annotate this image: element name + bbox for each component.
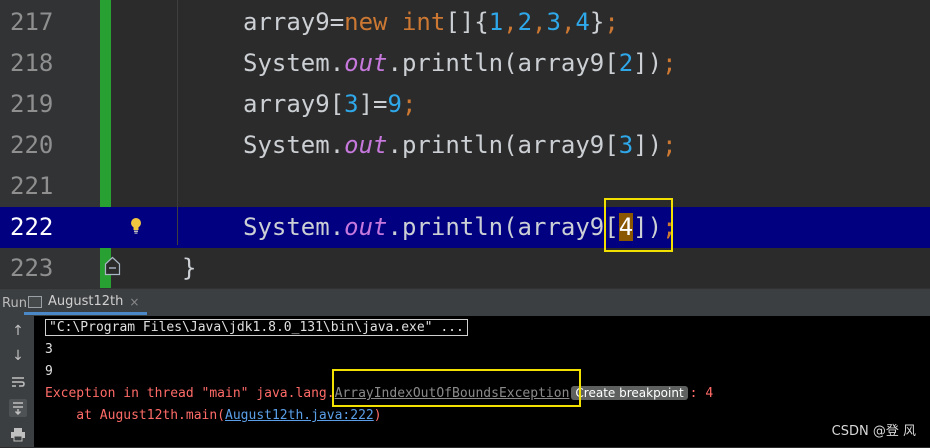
scroll-to-end-icon[interactable] bbox=[9, 399, 27, 417]
java-command[interactable]: "C:\Program Files\Java\jdk1.8.0_131\bin\… bbox=[45, 319, 468, 336]
source-location-link[interactable]: August12th.java:222 bbox=[225, 408, 374, 423]
scroll-down-icon[interactable]: ↓ bbox=[9, 347, 27, 365]
code-line[interactable]: 220 System.out.println(array9[3]); bbox=[0, 125, 930, 166]
code-line[interactable]: 219 array9[3]=9; bbox=[0, 84, 930, 125]
console-output-line: 9 bbox=[45, 364, 53, 379]
code-line[interactable]: 218 System.out.println(array9[2]); bbox=[0, 43, 930, 84]
line-number: 217 bbox=[10, 8, 54, 36]
line-number: 222 bbox=[10, 213, 54, 241]
close-tab-icon[interactable]: × bbox=[129, 295, 139, 309]
code-editor[interactable]: 217 array9=new int[]{1,2,3,4}; 218 Syste… bbox=[0, 0, 930, 288]
line-number: 221 bbox=[10, 172, 54, 200]
annotation-box bbox=[604, 198, 673, 252]
code-text: array9[3]=9; bbox=[243, 90, 417, 118]
code-text: System.out.println(array9[3]); bbox=[243, 131, 677, 159]
lightbulb-icon[interactable] bbox=[129, 214, 143, 238]
line-number: 219 bbox=[10, 90, 54, 118]
tab-label: August12th bbox=[48, 294, 124, 309]
run-config-icon bbox=[28, 295, 42, 308]
code-line[interactable]: 221 bbox=[0, 166, 930, 207]
code-line[interactable]: 223 } bbox=[0, 248, 930, 288]
console-toolbar: ↑ ↓ bbox=[0, 316, 34, 447]
tab-august12th[interactable]: August12th × bbox=[24, 291, 148, 315]
console-command-line[interactable]: "C:\Program Files\Java\jdk1.8.0_131\bin\… bbox=[45, 319, 468, 337]
code-text: } bbox=[182, 254, 197, 282]
code-text: System.out.println(array9[2]); bbox=[243, 49, 677, 77]
line-number: 218 bbox=[10, 49, 54, 77]
stack-trace-line: at August12th.main(August12th.java:222) bbox=[45, 408, 382, 423]
code-line[interactable]: 217 array9=new int[]{1,2,3,4}; bbox=[0, 2, 930, 43]
run-tool-window-header: Run: August12th × bbox=[0, 288, 930, 317]
create-breakpoint-button[interactable]: Create breakpoint bbox=[571, 386, 688, 400]
console-output-line: 3 bbox=[45, 342, 53, 357]
code-line-current[interactable]: 222 System.out.println(array9[4]); bbox=[0, 207, 930, 248]
line-number: 220 bbox=[10, 131, 54, 159]
rerun-up-icon[interactable]: ↑ bbox=[9, 322, 27, 340]
soft-wrap-icon[interactable] bbox=[9, 373, 27, 391]
indent-guide bbox=[177, 0, 178, 245]
line-number: 223 bbox=[10, 254, 54, 282]
annotation-box bbox=[332, 369, 581, 407]
watermark: CSDN @登 风 bbox=[831, 424, 916, 439]
print-icon[interactable] bbox=[9, 425, 27, 443]
fold-end-icon[interactable] bbox=[104, 256, 121, 276]
code-text: array9=new int[]{1,2,3,4}; bbox=[243, 8, 619, 36]
